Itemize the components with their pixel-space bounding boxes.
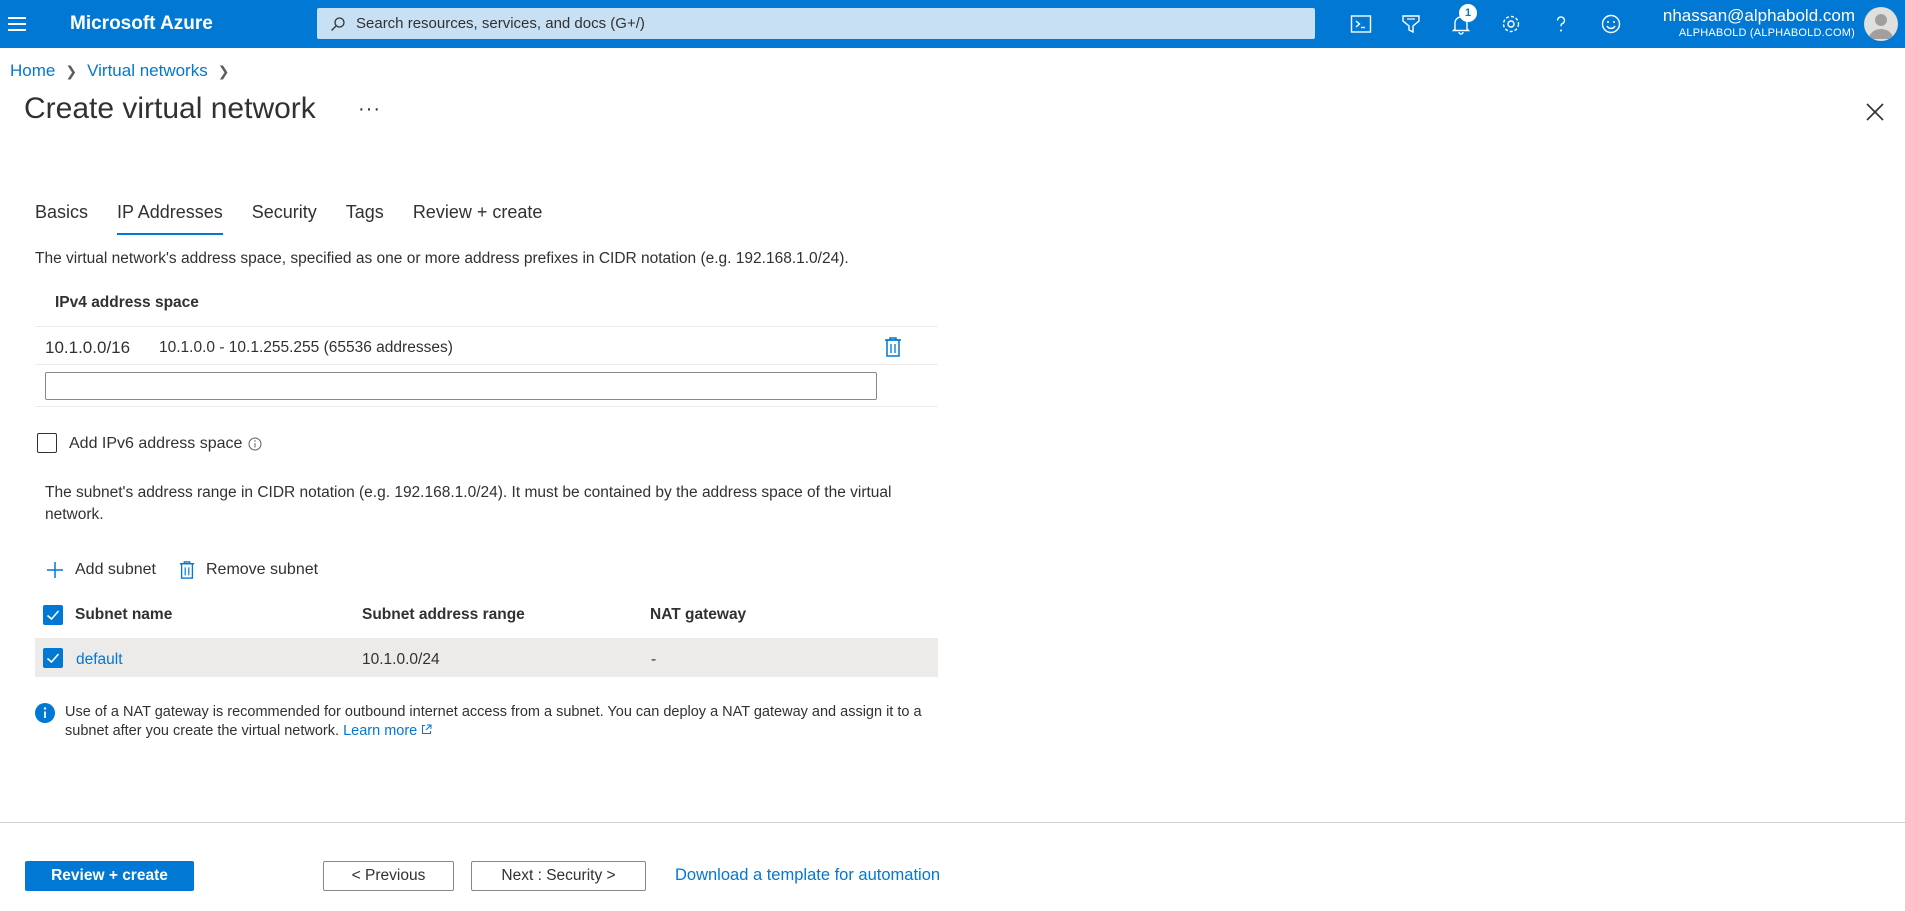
breadcrumb-home[interactable]: Home <box>10 61 55 81</box>
info-message-text: Use of a NAT gateway is recommended for … <box>65 704 922 739</box>
notification-badge: 1 <box>1459 4 1477 22</box>
tenant-name: ALPHABOLD (ALPHABOLD.COM) <box>1678 27 1855 39</box>
select-all-subnets-checkbox[interactable] <box>43 605 63 625</box>
ipv6-checkbox[interactable] <box>37 433 57 453</box>
learn-more-link[interactable]: Learn more <box>343 723 432 739</box>
remove-subnet-label: Remove subnet <box>206 561 319 578</box>
account-info[interactable]: nhassan@alphabold.com ALPHABOLD (ALPHABO… <box>1663 6 1855 39</box>
previous-button[interactable]: < Previous <box>323 861 454 891</box>
column-header-subnet-name[interactable]: Subnet name <box>75 606 172 624</box>
more-options-button[interactable]: ··· <box>358 98 381 121</box>
add-subnet-label: Add subnet <box>75 561 156 578</box>
row-checkbox[interactable] <box>43 648 63 668</box>
download-template-link[interactable]: Download a template for automation <box>675 866 940 885</box>
menu-icon[interactable] <box>5 12 29 36</box>
column-header-nat-gateway[interactable]: NAT gateway <box>650 606 746 624</box>
tab-security[interactable]: Security <box>252 202 317 235</box>
search-placeholder: Search resources, services, and docs (G+… <box>356 15 645 32</box>
footer-divider <box>0 822 1905 823</box>
feedback-icon[interactable] <box>1597 10 1625 38</box>
remove-subnet-button[interactable]: Remove subnet <box>178 560 318 580</box>
chevron-right-icon: ❯ <box>65 62 78 79</box>
cloud-shell-icon[interactable] <box>1347 10 1375 38</box>
tab-basics[interactable]: Basics <box>35 202 88 235</box>
column-header-subnet-range[interactable]: Subnet address range <box>362 606 525 624</box>
add-subnet-button[interactable]: Add subnet <box>45 560 156 580</box>
ipv6-label: Add IPv6 address space <box>69 435 243 452</box>
trash-icon <box>179 561 195 579</box>
avatar[interactable] <box>1864 7 1898 41</box>
new-address-prefix-input[interactable] <box>45 372 877 400</box>
breadcrumb: Home ❯ Virtual networks ❯ <box>10 61 239 81</box>
ipv4-address-space-header: IPv4 address space <box>55 294 199 311</box>
next-security-button[interactable]: Next : Security > <box>471 861 646 891</box>
checkmark-icon <box>46 653 60 664</box>
gear-icon[interactable] <box>1497 10 1525 38</box>
tab-tags[interactable]: Tags <box>346 202 384 235</box>
checkmark-icon <box>46 610 60 621</box>
top-bar: Microsoft Azure Search resources, servic… <box>0 0 1905 48</box>
subnet-name-link[interactable]: default <box>76 651 123 669</box>
wizard-tabs: Basics IP Addresses Security Tags Review… <box>35 202 571 235</box>
nat-gateway-cell: - <box>651 651 657 668</box>
help-icon[interactable] <box>1547 10 1575 38</box>
page-title: Create virtual network <box>24 92 316 125</box>
search-box[interactable]: Search resources, services, and docs (G+… <box>317 8 1315 39</box>
address-space-description: The virtual network's address space, spe… <box>35 250 849 267</box>
subnet-description: The subnet's address range in CIDR notat… <box>45 484 892 523</box>
brand-title[interactable]: Microsoft Azure <box>70 13 213 35</box>
close-icon[interactable] <box>1864 101 1886 123</box>
table-row[interactable] <box>35 638 938 677</box>
divider <box>35 326 938 327</box>
subnet-range-cell: 10.1.0.0/24 <box>362 651 440 668</box>
delete-address-space-icon[interactable] <box>883 336 903 358</box>
address-range: 10.1.0.0 - 10.1.255.255 (65536 addresses… <box>159 339 453 356</box>
chevron-right-icon: ❯ <box>217 62 230 79</box>
directory-filter-icon[interactable] <box>1397 10 1425 38</box>
breadcrumb-virtual-networks[interactable]: Virtual networks <box>87 61 208 81</box>
info-icon <box>35 703 55 723</box>
external-link-icon <box>422 724 432 734</box>
plus-icon <box>47 562 63 578</box>
tab-ip-addresses[interactable]: IP Addresses <box>117 202 223 235</box>
divider <box>35 406 938 407</box>
divider <box>35 364 938 365</box>
tab-review-create[interactable]: Review + create <box>413 202 543 235</box>
review-create-button[interactable]: Review + create <box>25 861 194 891</box>
info-icon[interactable] <box>248 437 262 451</box>
search-icon <box>331 16 345 31</box>
address-prefix: 10.1.0.0/16 <box>45 338 131 357</box>
nat-gateway-info-message: Use of a NAT gateway is recommended for … <box>65 703 935 741</box>
user-email: nhassan@alphabold.com <box>1662 6 1855 25</box>
